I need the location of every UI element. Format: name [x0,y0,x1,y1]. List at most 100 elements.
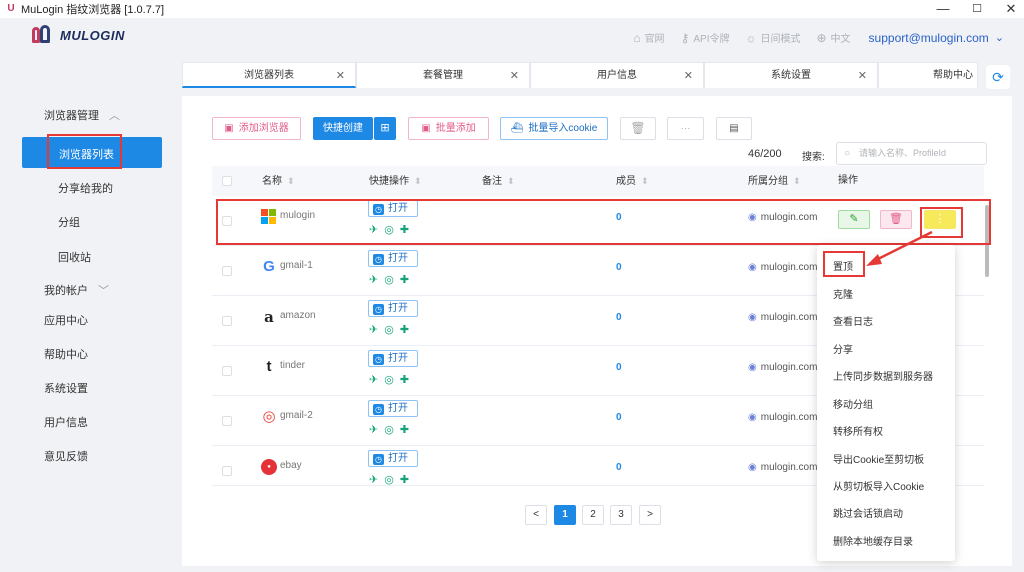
page-1-button[interactable]: 1 [554,505,576,525]
header-remark[interactable]: 备注 ⬍ [482,166,515,197]
more-horizontal-icon[interactable]: ··· [667,117,704,140]
header-member[interactable]: 成员 ⬍ [616,166,649,197]
menu-item-share[interactable]: 分享 [833,341,853,356]
chevron-down-icon[interactable]: ⌄ [995,31,1004,44]
quick-action-icons[interactable]: ✈◎✚ [369,373,415,386]
tab-help[interactable]: 帮助中心 [878,62,978,88]
close-icon[interactable]: ✕ [858,63,867,89]
sort-icon[interactable]: ⬍ [414,176,422,186]
table-header: 名称 ⬍ 快捷操作 ⬍ 备注 ⬍ 成员 ⬍ 所属分组 ⬍ 操作 [212,166,984,196]
nav-day-mode[interactable]: ☼ 日间模式 [745,30,800,46]
quick-action-icons[interactable]: ✈◎✚ [369,273,415,286]
account-email[interactable]: support@mulogin.com [869,31,989,45]
clipboard-icon[interactable]: ▤ [716,117,752,140]
sidebar-item-recycle-bin[interactable]: 回收站 [58,249,91,265]
header-actions: 操作 [838,175,858,186]
ebay-logo-icon: ● [261,459,277,475]
open-button[interactable]: ◷ 打开 [368,400,418,417]
amazon-logo-icon: a [264,308,274,326]
minimize-button[interactable]: — [926,0,960,18]
page-3-button[interactable]: 3 [610,505,632,525]
row-checkbox[interactable] [222,466,232,476]
tab-browser-list[interactable]: 浏览器列表 ✕ [182,62,356,88]
sort-icon[interactable]: ⬍ [287,176,295,186]
row-checkbox[interactable] [222,266,232,276]
trash-icon[interactable]: 🗑 [620,117,656,140]
nav-official-site[interactable]: ⌂ 官网 [633,30,664,46]
open-button[interactable]: ◷ 打开 [368,450,418,467]
close-icon[interactable]: ✕ [684,63,693,89]
sidebar-user-info[interactable]: 用户信息 [44,414,88,430]
menu-item-import-cookie[interactable]: 从剪切板导入Cookie [833,478,924,493]
sidebar-system-settings[interactable]: 系统设置 [44,380,88,396]
grid-icon[interactable]: ⊞ [374,117,396,140]
prev-page-button[interactable]: < [525,505,547,525]
row-checkbox[interactable] [222,416,232,426]
maximize-button[interactable]: ☐ [960,0,994,18]
quick-action-icons[interactable]: ✈◎✚ [369,423,415,436]
header-name[interactable]: 名称 ⬍ [262,166,295,197]
sidebar-item-group[interactable]: 分组 [58,214,80,230]
menu-item-export-cookie[interactable]: 导出Cookie至剪切板 [833,451,924,466]
row-checkbox[interactable] [222,366,232,376]
tab-bar: 浏览器列表 ✕ 套餐管理 ✕ 用户信息 ✕ 系统设置 ✕ 帮助中心 [182,62,1012,90]
sidebar-browser-management[interactable]: 浏览器管理 ︿ [44,107,120,123]
header-quick-actions[interactable]: 快捷操作 ⬍ [369,166,422,197]
open-button[interactable]: ◷ 打开 [368,300,418,317]
menu-item-skip-session-lock[interactable]: 跳过会话锁启动 [833,505,903,520]
member-count: 0 [616,412,622,423]
next-page-button[interactable]: > [639,505,661,525]
search-label: 搜索: [802,152,825,163]
tab-package[interactable]: 套餐管理 ✕ [356,62,530,88]
top-navigation: ⌂ 官网 ⚷ API令牌 ☼ 日间模式 ⊕ 中文 support@mulogin.com… [617,30,1004,46]
batch-add-button[interactable]: ▣ 批量添加 [408,117,489,140]
select-all-checkbox[interactable] [222,176,232,186]
close-icon[interactable]: ✕ [336,63,345,89]
profile-count: 46/200 [748,148,782,160]
brand-name: MULOGIN [60,27,125,43]
nav-api-token[interactable]: ⚷ API令牌 [681,30,730,46]
sidebar-item-browser-list[interactable]: 浏览器列表 [22,134,162,169]
nav-language[interactable]: ⊕ 中文 [816,30,850,46]
sidebar-feedback[interactable]: 意见反馈 [44,448,88,464]
menu-item-clone[interactable]: 克隆 [833,286,853,301]
import-cookie-button[interactable]: ⛴ 批量导入cookie [500,117,608,140]
menu-item-delete-cache[interactable]: 删除本地缓存目录 [833,533,913,548]
sidebar-my-account[interactable]: 我的帐户 ﹀ [44,282,109,298]
ship-icon: ⛴ [510,123,524,134]
menu-item-move-group[interactable]: 移动分组 [833,396,873,411]
menu-item-view-log[interactable]: 查看日志 [833,313,873,328]
sidebar-app-center[interactable]: 应用中心 [44,312,88,328]
quick-action-icons[interactable]: ✈◎✚ [369,473,415,485]
open-button[interactable]: ◷ 打开 [368,250,418,267]
profile-name: tinder [280,360,306,371]
row-checkbox[interactable] [222,316,232,326]
header-group[interactable]: 所属分组 ⬍ [748,166,801,197]
menu-item-transfer-ownership[interactable]: 转移所有权 [833,423,883,438]
open-button[interactable]: ◷ 打开 [368,350,418,367]
sidebar-help-center[interactable]: 帮助中心 [44,346,88,362]
home-icon: ⌂ [633,30,641,45]
google-logo-icon: G [263,258,275,275]
search-input[interactable]: ○ 请输入名称、ProfileId [836,142,987,165]
sort-icon[interactable]: ⬍ [507,176,515,186]
menu-item-upload-sync[interactable]: 上传同步数据到服务器 [833,368,933,383]
power-icon: ◷ [373,454,384,465]
sort-icon[interactable]: ⬍ [793,176,801,186]
quick-create-button[interactable]: 快捷创建 [313,117,373,140]
sun-icon: ☼ [745,30,757,45]
close-button[interactable]: ✕ [994,0,1024,18]
quick-action-icons[interactable]: ✈◎✚ [369,323,415,336]
app-logo-icon: U [7,3,15,14]
group-name: ◉ mulogin.com [748,412,818,423]
refresh-icon[interactable]: ⟳ [986,65,1010,89]
page-2-button[interactable]: 2 [582,505,604,525]
close-icon[interactable]: ✕ [510,63,519,89]
sidebar-item-shared[interactable]: 分享给我的 [58,180,113,196]
sort-icon[interactable]: ⬍ [641,176,649,186]
tab-user-info[interactable]: 用户信息 ✕ [530,62,704,88]
profile-name: amazon [280,310,316,321]
add-browser-button[interactable]: ▣ 添加浏览器 [212,117,301,140]
tab-settings[interactable]: 系统设置 ✕ [704,62,878,88]
member-count: 0 [616,462,622,473]
